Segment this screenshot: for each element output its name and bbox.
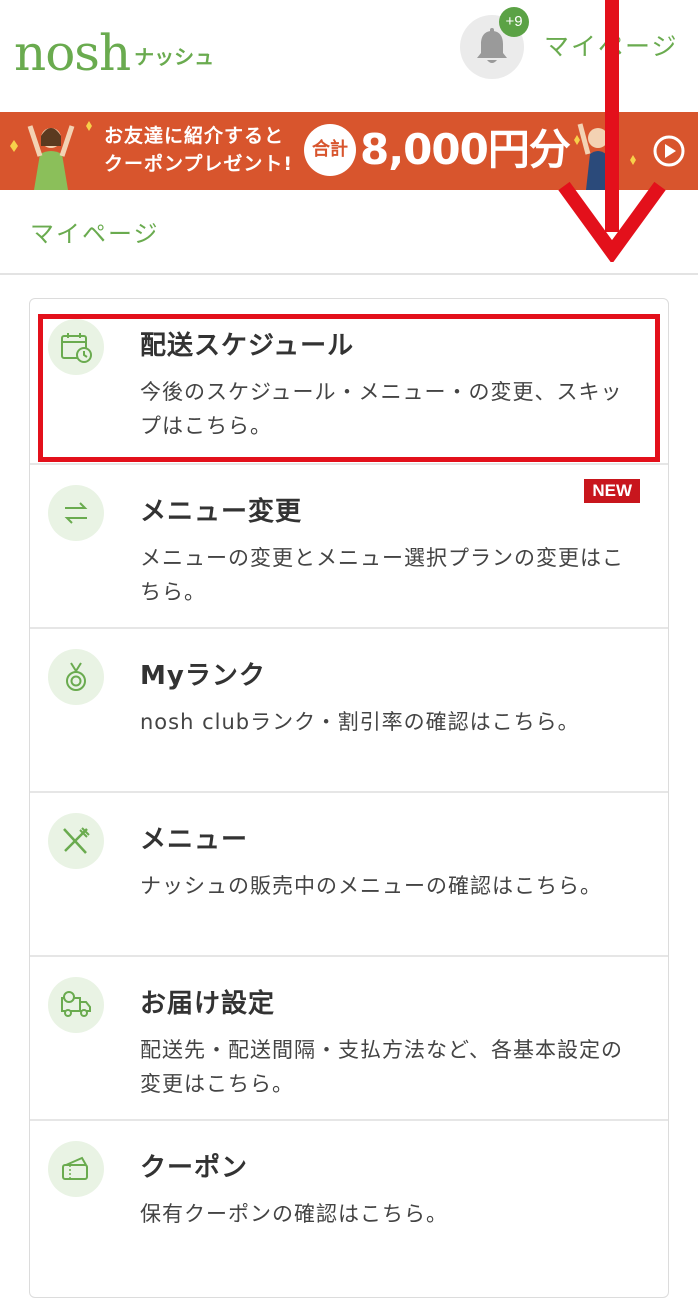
menu-item-icon-wrap: [48, 649, 104, 705]
nosh-logo[interactable]: nosh ナッシュ: [14, 14, 214, 78]
banner-line2: クーポンプレゼント!: [104, 153, 294, 175]
menu-item-menu[interactable]: メニュー ナッシュの販売中のメニューの確認はこちら。: [30, 793, 668, 957]
new-badge: NEW: [584, 479, 640, 503]
banner-line1: お友達に紹介すると: [104, 125, 285, 147]
menu-item-delivery-settings[interactable]: お届け設定 配送先・配送間隔・支払方法など、各基本設定の変更はこちら。: [30, 957, 668, 1121]
menu-item-title: Myランク: [140, 661, 266, 691]
highlight-box: [38, 314, 660, 462]
breadcrumb[interactable]: マイページ: [30, 214, 160, 249]
logo-subtext: ナッシュ: [134, 45, 215, 69]
banner-text: お友達に紹介すると クーポンプレゼント!: [104, 122, 293, 178]
swap-arrows-icon: [64, 502, 88, 524]
medal-icon: [66, 662, 86, 691]
menu-item-description: 保有クーポンの確認はこちら。: [140, 1202, 448, 1226]
menu-item-icon-wrap: [48, 813, 104, 869]
menu-item-title: メニュー変更: [140, 497, 303, 527]
menu-item-icon-wrap: [48, 977, 104, 1033]
down-arrow-annotation-icon: [558, 0, 666, 262]
menu-item-title: メニュー: [140, 825, 249, 855]
menu-item-description: 配送先・配送間隔・支払方法など、各基本設定の変更はこちら。: [140, 1038, 623, 1096]
person-left-illustration: [10, 121, 92, 190]
menu-item-title: お届け設定: [140, 989, 276, 1019]
notification-count-badge: +9: [499, 7, 529, 37]
menu-item-description: ナッシュの販売中のメニューの確認はこちら。: [140, 874, 602, 898]
divider: [0, 273, 698, 275]
menu-item-menu-change[interactable]: メニュー変更 メニューの変更とメニュー選択プランの変更はこちら。: [30, 465, 668, 629]
banner-amount: 8,000円分: [360, 125, 571, 174]
menu-item-coupon[interactable]: クーポン 保有クーポンの確認はこちら。: [30, 1121, 668, 1283]
delivery-truck-icon: [61, 991, 91, 1017]
menu-item-description: nosh clubランク・割引率の確認はこちら。: [140, 710, 580, 734]
menu-item-icon-wrap: [48, 1141, 104, 1197]
menu-item-description: メニューの変更とメニュー選択プランの変更はこちら。: [140, 546, 624, 604]
menu-item-icon-wrap: [48, 485, 104, 541]
logo-text: nosh: [14, 24, 131, 82]
menu-item-title: クーポン: [140, 1153, 249, 1183]
coupon-ticket-icon: [62, 1156, 88, 1180]
banner-total-label: 合計: [304, 124, 356, 176]
menu-item-my-rank[interactable]: Myランク nosh clubランク・割引率の確認はこちら。: [30, 629, 668, 793]
fork-knife-icon: [63, 827, 90, 854]
